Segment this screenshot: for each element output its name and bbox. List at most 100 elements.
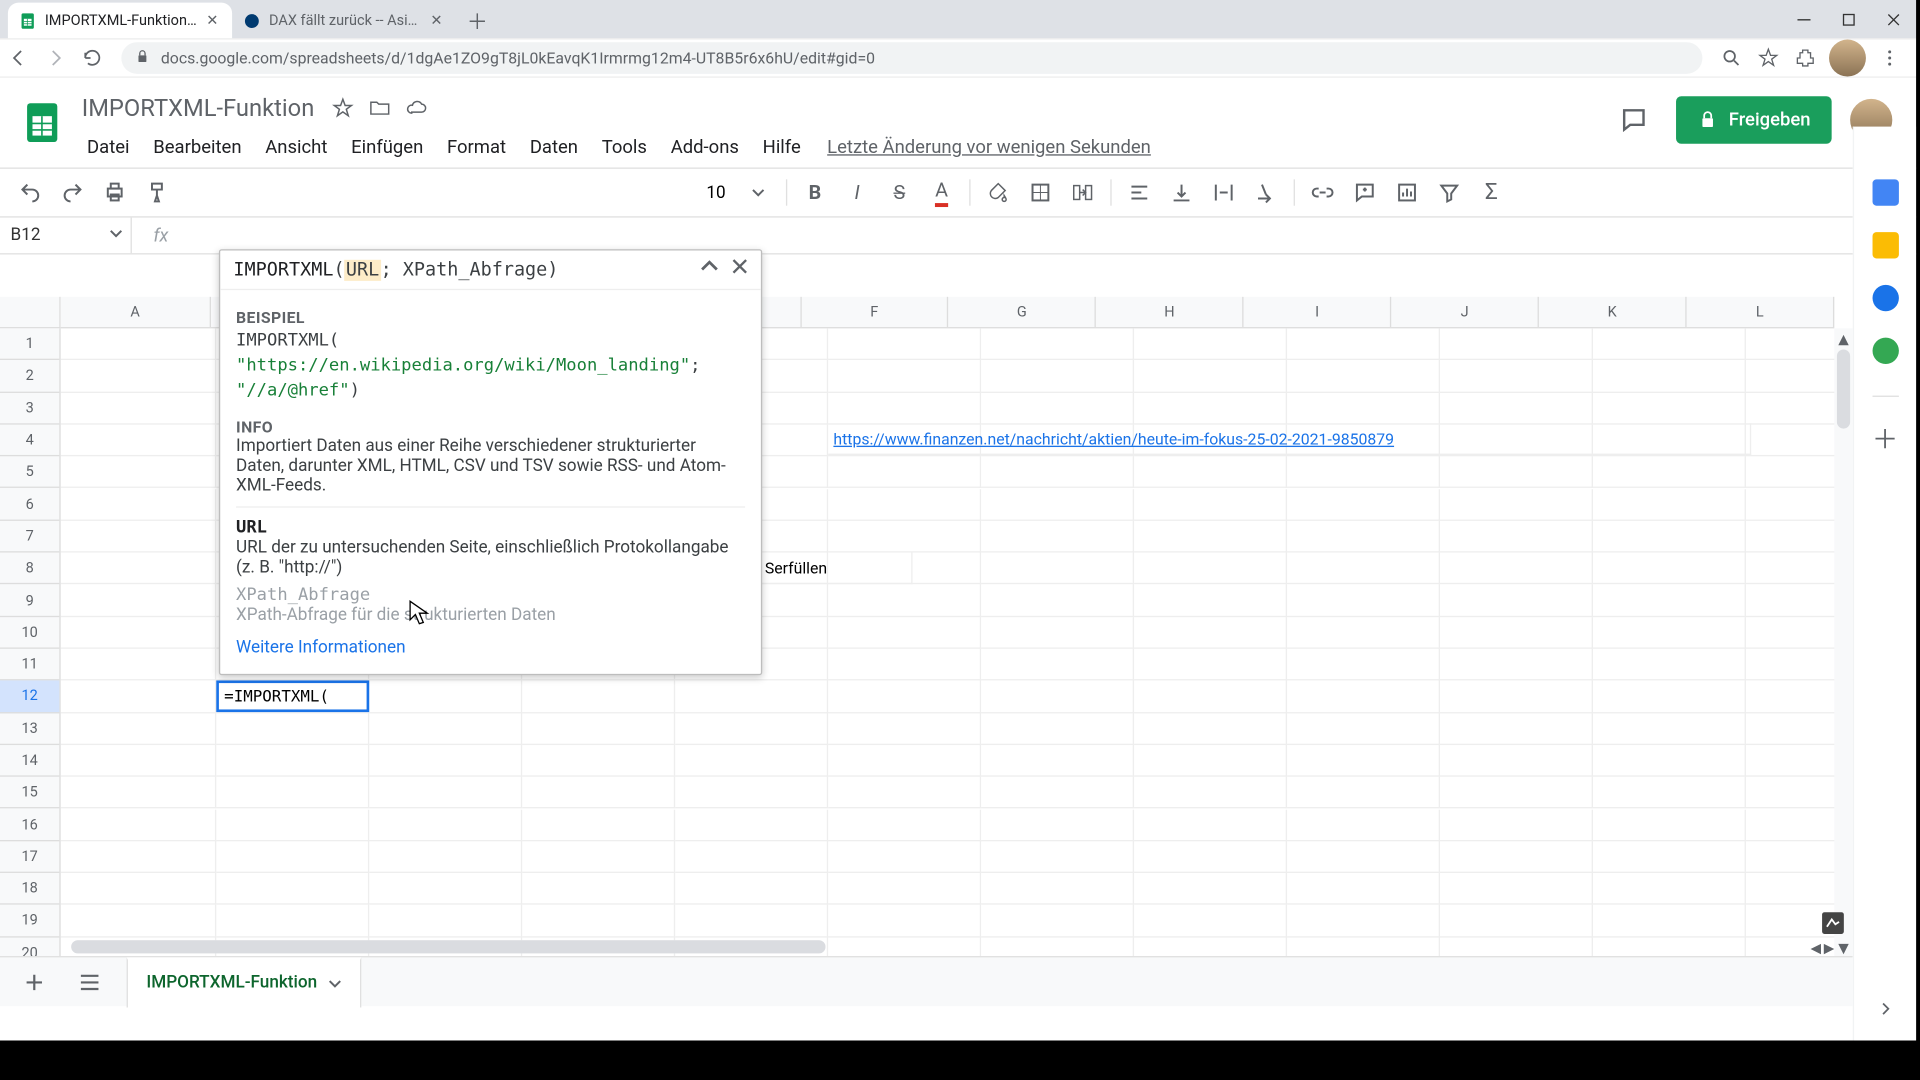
cell[interactable]: [61, 745, 217, 777]
share-button[interactable]: Freigeben: [1676, 96, 1832, 143]
cell[interactable]: [675, 905, 828, 937]
cell-text[interactable]: Serfüllen: [760, 553, 913, 585]
font-size-more-button[interactable]: [738, 173, 778, 213]
keep-app-icon[interactable]: [1872, 232, 1898, 258]
cell[interactable]: [369, 905, 522, 937]
cell[interactable]: [61, 713, 217, 745]
cell[interactable]: [1134, 489, 1287, 521]
cell[interactable]: [1440, 360, 1593, 392]
cell[interactable]: [981, 392, 1134, 424]
menu-addons[interactable]: Add-ons: [660, 132, 749, 164]
row-header[interactable]: 12: [0, 681, 59, 713]
cell[interactable]: [981, 360, 1134, 392]
cell[interactable]: [61, 809, 217, 841]
cell[interactable]: [1134, 553, 1287, 585]
cell[interactable]: [981, 457, 1134, 489]
cell[interactable]: [216, 873, 369, 905]
cell[interactable]: [1440, 745, 1593, 777]
cell[interactable]: [675, 713, 828, 745]
cell[interactable]: [522, 905, 675, 937]
browser-tab-active[interactable]: IMPORTXML-Funktion - Google ✕: [8, 3, 232, 39]
paint-format-button[interactable]: [137, 173, 177, 213]
menu-insert[interactable]: Einfügen: [341, 132, 434, 164]
calendar-app-icon[interactable]: [1872, 179, 1898, 205]
cell[interactable]: [369, 745, 522, 777]
cell[interactable]: [1593, 809, 1746, 841]
cell[interactable]: [828, 328, 981, 360]
cell[interactable]: [981, 521, 1134, 553]
bold-button[interactable]: B: [795, 173, 835, 213]
cell[interactable]: [1440, 777, 1593, 809]
cell[interactable]: [981, 809, 1134, 841]
print-button[interactable]: [95, 173, 135, 213]
cell[interactable]: [1440, 809, 1593, 841]
cell[interactable]: [216, 841, 369, 873]
cell[interactable]: [61, 841, 217, 873]
active-cell[interactable]: =IMPORTXML(: [216, 680, 369, 712]
cell[interactable]: [369, 873, 522, 905]
cell[interactable]: [61, 617, 217, 649]
browser-profile-avatar[interactable]: [1829, 40, 1866, 77]
cell[interactable]: [1593, 585, 1746, 617]
menu-tools[interactable]: Tools: [591, 132, 657, 164]
cell[interactable]: [1134, 841, 1287, 873]
text-rotation-button[interactable]: [1246, 173, 1286, 213]
cell-link[interactable]: https://www.finanzen.net/nachricht/aktie…: [828, 423, 1751, 455]
cell[interactable]: [61, 360, 217, 392]
cell[interactable]: [828, 681, 981, 713]
browser-menu-icon[interactable]: [1871, 40, 1908, 77]
cell[interactable]: [675, 681, 828, 713]
column-header[interactable]: L: [1687, 297, 1835, 327]
cell[interactable]: [1134, 360, 1287, 392]
cell[interactable]: [675, 745, 828, 777]
cell[interactable]: [981, 489, 1134, 521]
merge-cells-button[interactable]: [1063, 173, 1103, 213]
row-header[interactable]: 8: [0, 553, 59, 585]
cell[interactable]: [1287, 841, 1440, 873]
minimize-window-icon[interactable]: [1782, 0, 1827, 38]
reload-button[interactable]: [74, 40, 111, 77]
cell[interactable]: [1593, 841, 1746, 873]
cell[interactable]: [1593, 649, 1746, 681]
name-box[interactable]: B12: [0, 218, 132, 254]
row-header[interactable]: 11: [0, 649, 59, 681]
cell[interactable]: [1134, 521, 1287, 553]
column-header[interactable]: H: [1096, 297, 1244, 327]
column-header[interactable]: J: [1392, 297, 1540, 327]
cell[interactable]: [1287, 873, 1440, 905]
menu-edit[interactable]: Bearbeiten: [143, 132, 252, 164]
document-title[interactable]: IMPORTXML-Funktion: [76, 92, 319, 125]
cell[interactable]: [1593, 328, 1746, 360]
cell[interactable]: [1440, 521, 1593, 553]
row-header[interactable]: 6: [0, 489, 59, 521]
cell[interactable]: [981, 841, 1134, 873]
vertical-scrollbar[interactable]: ▴ ▾: [1834, 328, 1852, 956]
cell[interactable]: [828, 521, 981, 553]
cell[interactable]: [1593, 745, 1746, 777]
cell[interactable]: [1134, 873, 1287, 905]
cell[interactable]: [1134, 745, 1287, 777]
cell[interactable]: [1287, 713, 1440, 745]
cell[interactable]: [1593, 681, 1746, 713]
row-header[interactable]: 1: [0, 328, 59, 360]
browser-tab[interactable]: DAX fällt zurück -- Asiens Börsen ✕: [232, 3, 456, 39]
close-tab-icon[interactable]: ✕: [427, 11, 445, 29]
cell[interactable]: [1593, 873, 1746, 905]
row-header[interactable]: 3: [0, 392, 59, 424]
row-header[interactable]: 15: [0, 777, 59, 809]
cell[interactable]: [1134, 713, 1287, 745]
cell[interactable]: [522, 745, 675, 777]
cell[interactable]: [1440, 905, 1593, 937]
cell[interactable]: [981, 777, 1134, 809]
cell[interactable]: [1593, 521, 1746, 553]
cell[interactable]: [981, 328, 1134, 360]
cell[interactable]: [828, 777, 981, 809]
cell[interactable]: [1287, 745, 1440, 777]
row-header[interactable]: 13: [0, 713, 59, 745]
star-icon[interactable]: [330, 95, 356, 121]
cell[interactable]: [1593, 392, 1746, 424]
cell[interactable]: [1440, 328, 1593, 360]
cell[interactable]: [61, 328, 217, 360]
row-header[interactable]: 20: [0, 937, 59, 956]
cell[interactable]: [1287, 521, 1440, 553]
